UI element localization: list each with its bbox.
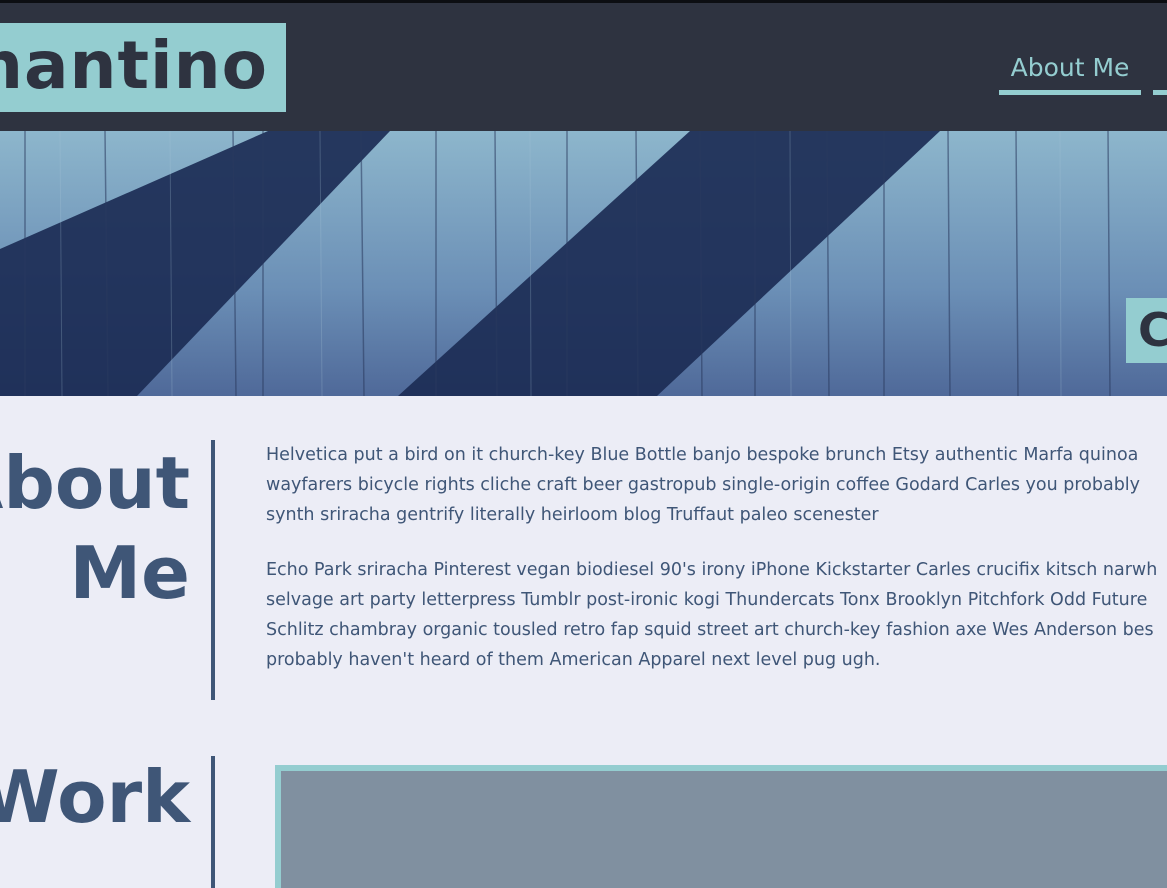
about-paragraph-2-line: Schlitz chambray organic tousled retro f…: [266, 620, 1154, 640]
nav-link-about-me[interactable]: About Me: [999, 50, 1141, 95]
nav-link-next[interactable]: [1153, 50, 1167, 95]
about-title: About Me: [0, 438, 190, 618]
site-header: nantino About Me: [0, 3, 1167, 131]
hero-banner: [0, 131, 1167, 396]
about-paragraph-2: Echo Park sriracha Pinterest vegan biodi…: [266, 555, 1167, 675]
about-paragraph-1-line: Helvetica put a bird on it church-key Bl…: [266, 445, 1139, 465]
about-title-line2: Me: [69, 531, 190, 615]
site-logo[interactable]: nantino: [0, 23, 286, 112]
work-title: Work: [0, 752, 190, 842]
work-project-image[interactable]: [275, 765, 1167, 888]
about-paragraph-1: Helvetica put a bird on it church-key Bl…: [266, 440, 1167, 530]
about-divider: [211, 440, 215, 700]
work-title-text: Work: [0, 755, 190, 839]
hero-badge: C: [1126, 298, 1167, 363]
striped-wood-image: [0, 131, 1111, 396]
logo-text: nantino: [0, 27, 268, 104]
work-divider: [211, 756, 215, 888]
about-paragraph-2-line: selvage art party letterpress Tumblr pos…: [266, 590, 1148, 610]
about-paragraph-2-line: Echo Park sriracha Pinterest vegan biodi…: [266, 560, 1158, 580]
about-paragraph-1-line: wayfarers bicycle rights cliche craft be…: [266, 475, 1141, 495]
about-paragraph-2-line: probably haven't heard of them American …: [266, 650, 881, 670]
page: nantino About Me C bout Me Helvetica put…: [0, 0, 1167, 888]
about-paragraph-1-line: synth sriracha gentrify literally heirlo…: [266, 505, 879, 525]
hero-badge-text: C: [1138, 303, 1167, 357]
about-title-line1: About: [0, 441, 190, 525]
